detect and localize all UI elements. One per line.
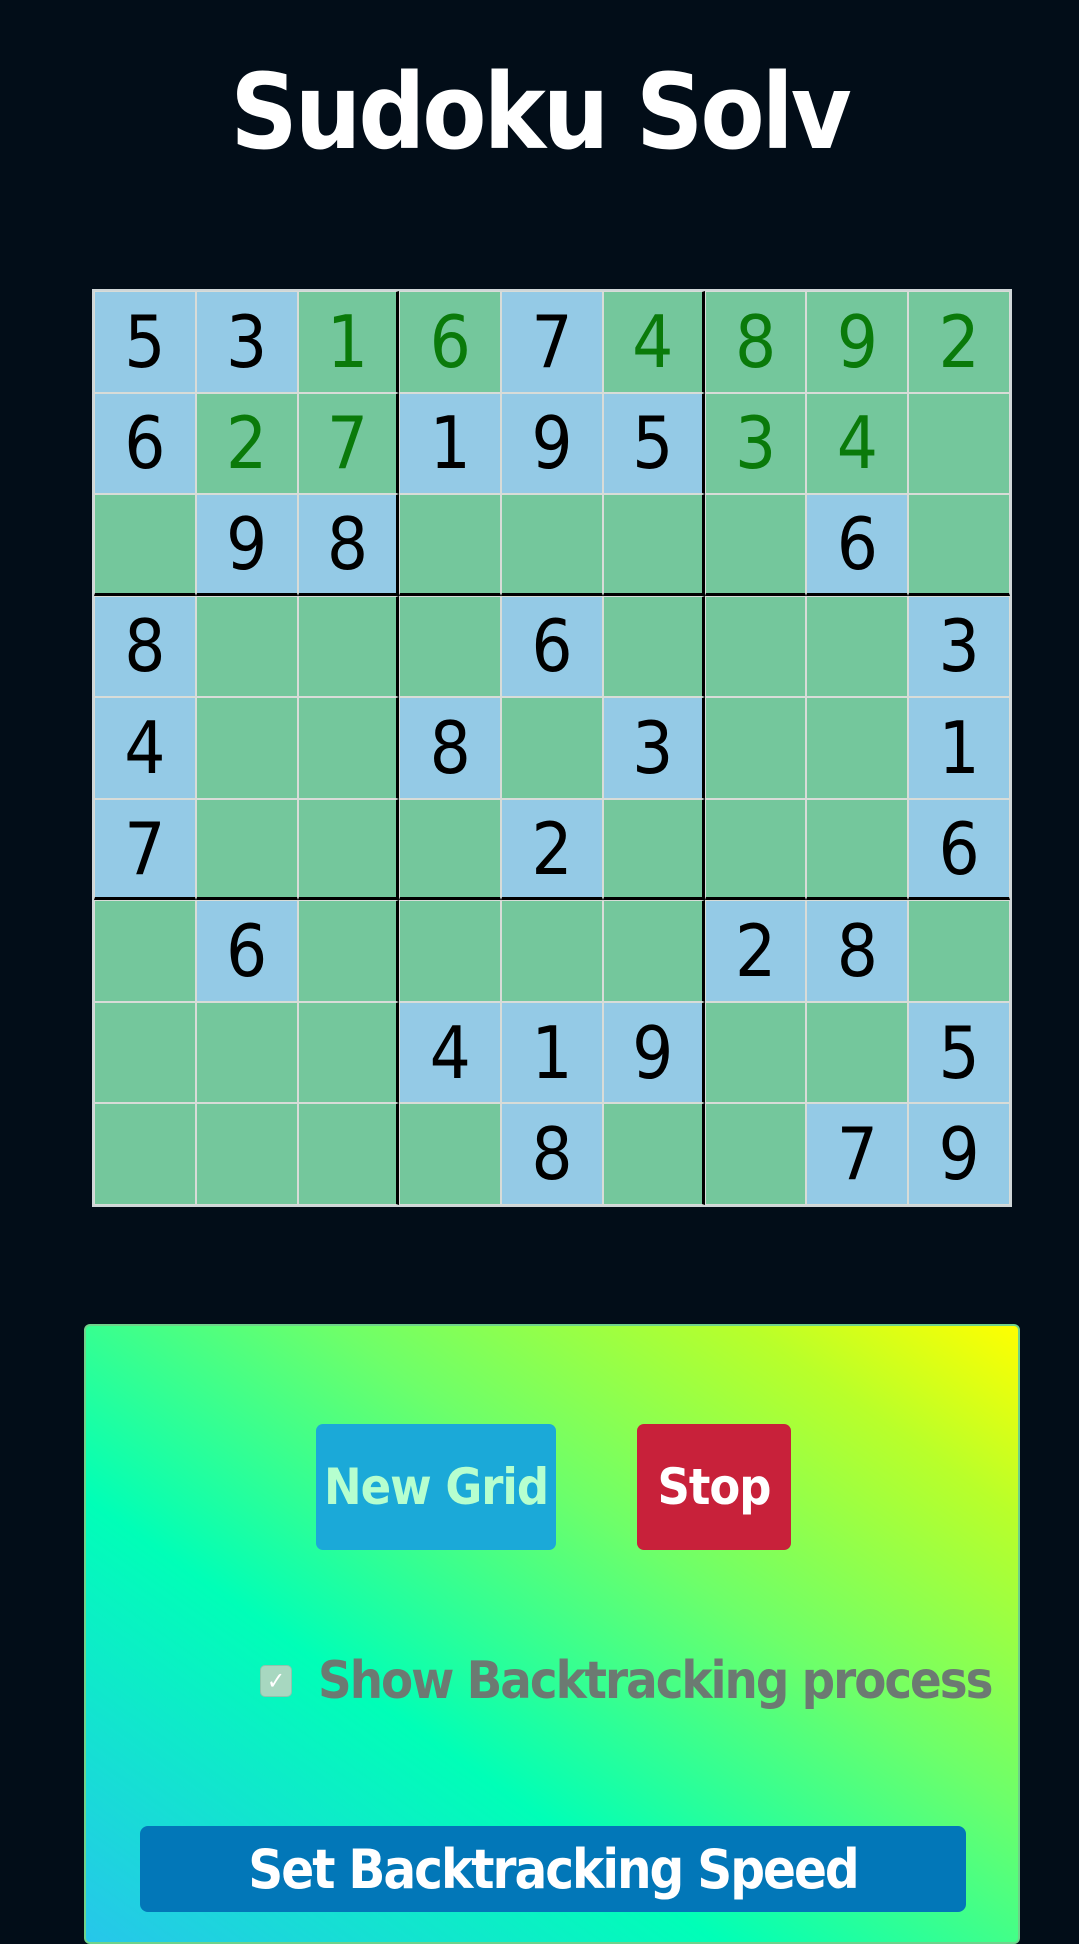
- sudoku-cell[interactable]: 6: [501, 595, 603, 698]
- sudoku-cell[interactable]: [704, 1103, 807, 1205]
- sudoku-cell[interactable]: [704, 494, 807, 596]
- sudoku-cell[interactable]: [806, 595, 909, 698]
- sudoku-cell[interactable]: [602, 900, 705, 1002]
- sudoku-cell[interactable]: 4: [94, 697, 196, 799]
- sudoku-cell[interactable]: 5: [94, 291, 196, 393]
- sudoku-cell[interactable]: [195, 798, 298, 901]
- sudoku-cell[interactable]: 9: [602, 1001, 705, 1104]
- control-panel: New Grid Stop ✓ Show Backtracking proces…: [84, 1324, 1020, 1944]
- sudoku-cell[interactable]: [501, 697, 603, 799]
- check-icon: ✓: [266, 1667, 286, 1695]
- page-title: Sudoku Solv: [230, 51, 851, 173]
- sudoku-cell[interactable]: 9: [501, 392, 603, 495]
- sudoku-cell[interactable]: 8: [94, 595, 196, 698]
- show-backtracking-label[interactable]: Show Backtracking process: [318, 1651, 994, 1711]
- sudoku-cell[interactable]: 6: [195, 900, 298, 1002]
- sudoku-cell[interactable]: 6: [399, 291, 502, 393]
- set-speed-button[interactable]: Set Backtracking Speed: [140, 1826, 966, 1912]
- sudoku-cell[interactable]: 7: [94, 798, 196, 901]
- sudoku-cell[interactable]: 2: [501, 798, 603, 901]
- sudoku-cell[interactable]: 3: [908, 595, 1010, 698]
- sudoku-cell[interactable]: [602, 1103, 705, 1205]
- sudoku-cell[interactable]: [297, 798, 400, 901]
- sudoku-cell[interactable]: [501, 494, 603, 596]
- sudoku-cell[interactable]: 4: [806, 392, 909, 495]
- sudoku-cell[interactable]: 8: [806, 900, 909, 1002]
- sudoku-cell[interactable]: [195, 595, 298, 698]
- new-grid-button[interactable]: New Grid: [316, 1424, 556, 1550]
- sudoku-cell[interactable]: [94, 900, 196, 1002]
- sudoku-cell[interactable]: 7: [501, 291, 603, 393]
- sudoku-cell[interactable]: 7: [806, 1103, 909, 1205]
- sudoku-cell[interactable]: [501, 900, 603, 1002]
- sudoku-cell[interactable]: [908, 494, 1010, 596]
- sudoku-cell[interactable]: [806, 798, 909, 901]
- show-backtracking-checkbox[interactable]: ✓: [260, 1665, 292, 1697]
- show-backtracking-toggle[interactable]: ✓ Show Backtracking process: [260, 1646, 994, 1716]
- sudoku-cell[interactable]: [704, 697, 807, 799]
- sudoku-cell[interactable]: [602, 595, 705, 698]
- sudoku-cell[interactable]: 1: [908, 697, 1010, 799]
- sudoku-cell[interactable]: 9: [195, 494, 298, 596]
- sudoku-cell[interactable]: [297, 900, 400, 1002]
- sudoku-cell[interactable]: [399, 595, 502, 698]
- sudoku-cell[interactable]: [195, 697, 298, 799]
- sudoku-cell[interactable]: 9: [806, 291, 909, 393]
- sudoku-cell[interactable]: 8: [501, 1103, 603, 1205]
- sudoku-cell[interactable]: [94, 1103, 196, 1205]
- sudoku-cell[interactable]: [399, 798, 502, 901]
- sudoku-cell[interactable]: [94, 494, 196, 596]
- sudoku-cell[interactable]: [704, 798, 807, 901]
- sudoku-cell[interactable]: 7: [297, 392, 400, 495]
- sudoku-cell[interactable]: 6: [806, 494, 909, 596]
- sudoku-cell[interactable]: 2: [908, 291, 1010, 393]
- sudoku-cell[interactable]: [195, 1001, 298, 1104]
- sudoku-cell[interactable]: [297, 697, 400, 799]
- sudoku-cell[interactable]: 2: [195, 392, 298, 495]
- sudoku-cell[interactable]: 5: [908, 1001, 1010, 1104]
- sudoku-cell[interactable]: 8: [399, 697, 502, 799]
- sudoku-cell[interactable]: 8: [704, 291, 807, 393]
- sudoku-cell[interactable]: 1: [501, 1001, 603, 1104]
- sudoku-cell[interactable]: [297, 595, 400, 698]
- sudoku-cell[interactable]: 2: [704, 900, 807, 1002]
- sudoku-cell[interactable]: [399, 1103, 502, 1205]
- sudoku-cell[interactable]: [704, 595, 807, 698]
- sudoku-cell[interactable]: [399, 494, 502, 596]
- sudoku-cell[interactable]: [908, 392, 1010, 495]
- sudoku-cell[interactable]: [297, 1103, 400, 1205]
- sudoku-cell[interactable]: 4: [399, 1001, 502, 1104]
- sudoku-cell[interactable]: [806, 1001, 909, 1104]
- sudoku-cell[interactable]: 4: [602, 291, 705, 393]
- sudoku-cell[interactable]: [704, 1001, 807, 1104]
- sudoku-cell[interactable]: [399, 900, 502, 1002]
- sudoku-cell[interactable]: [806, 697, 909, 799]
- sudoku-cell[interactable]: 5: [602, 392, 705, 495]
- sudoku-cell[interactable]: 1: [399, 392, 502, 495]
- sudoku-cell[interactable]: 6: [908, 798, 1010, 901]
- sudoku-cell[interactable]: [602, 798, 705, 901]
- stop-button[interactable]: Stop: [637, 1424, 791, 1550]
- sudoku-cell[interactable]: [908, 900, 1010, 1002]
- sudoku-cell[interactable]: 9: [908, 1103, 1010, 1205]
- sudoku-cell[interactable]: 3: [704, 392, 807, 495]
- sudoku-cell[interactable]: 3: [602, 697, 705, 799]
- sudoku-cell[interactable]: 1: [297, 291, 400, 393]
- sudoku-cell[interactable]: [297, 1001, 400, 1104]
- sudoku-cell[interactable]: [602, 494, 705, 596]
- sudoku-cell[interactable]: [94, 1001, 196, 1104]
- sudoku-cell[interactable]: 3: [195, 291, 298, 393]
- sudoku-cell[interactable]: [195, 1103, 298, 1205]
- sudoku-cell[interactable]: 6: [94, 392, 196, 495]
- sudoku-cell[interactable]: 8: [297, 494, 400, 596]
- sudoku-grid: 5316748926271953498686348317266284195879: [92, 289, 1012, 1207]
